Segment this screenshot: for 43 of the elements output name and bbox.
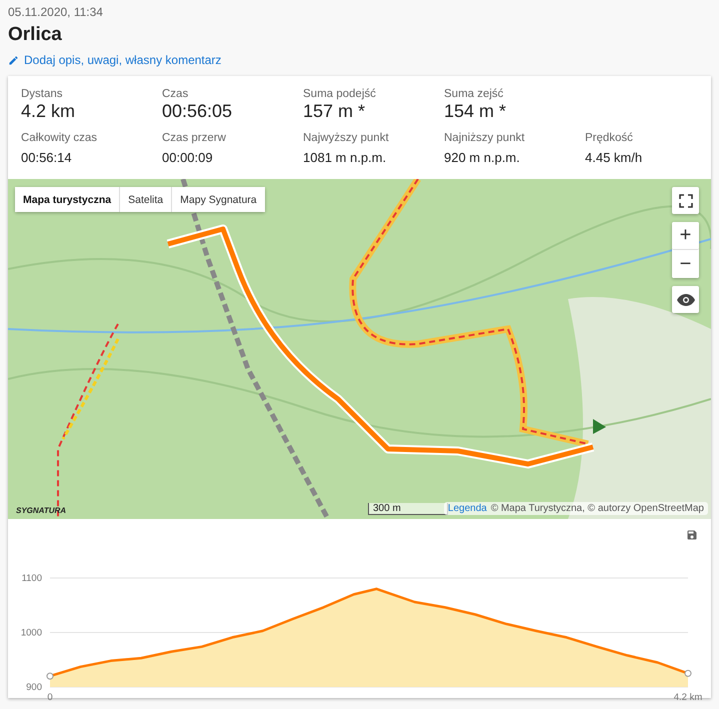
- stat-label: Najwyższy punkt: [303, 132, 390, 144]
- fullscreen-button[interactable]: [672, 187, 699, 214]
- map-logo: SYGNATURA: [16, 506, 66, 515]
- map-layer-tab[interactable]: Mapy Sygnatura: [172, 187, 265, 212]
- stat-value: 157 m *: [303, 101, 366, 122]
- axis-label: 1100: [22, 573, 42, 584]
- stat-label: Najniższy punkt: [444, 132, 526, 144]
- stat-label: Prędkość: [585, 132, 634, 144]
- legend-link[interactable]: Legenda: [448, 503, 487, 514]
- visibility-button[interactable]: [672, 286, 699, 313]
- edit-link[interactable]: Dodaj opis, uwagi, własny komentarz: [24, 53, 222, 67]
- stat-value: 00:56:14: [21, 150, 73, 165]
- map-layer-tab[interactable]: Satelita: [120, 187, 172, 212]
- endpoint-marker: [684, 670, 692, 677]
- fullscreen-icon: [678, 194, 692, 208]
- axis-label: 0: [47, 692, 53, 703]
- stat-value: 4.2 km: [21, 101, 76, 122]
- date-time: 05.11.2020, 11:34: [8, 5, 103, 19]
- zoom-in-button[interactable]: +: [672, 222, 699, 250]
- stat-value: 00:00:09: [162, 150, 214, 165]
- stat-value: 1081 m n.p.m.: [303, 150, 388, 165]
- stat-value: 154 m *: [444, 101, 508, 122]
- endpoint-marker: [46, 672, 54, 680]
- stat-label: Czas przerw: [162, 132, 227, 144]
- map-layer-tab[interactable]: Mapa turystyczna: [15, 187, 120, 212]
- stat-value: 00:56:05: [162, 101, 234, 122]
- stat-label: Suma podejść: [303, 88, 377, 100]
- axis-label: 4.2 km: [674, 692, 702, 703]
- eye-icon: [676, 294, 694, 306]
- scale-bar: 300 m: [368, 503, 448, 515]
- stat-label: Całkowity czas: [21, 132, 98, 144]
- attribution-text: © Mapa Turystyczna, © autorzy OpenStreetMap: [490, 503, 704, 514]
- stat-label: Czas: [162, 88, 190, 100]
- pencil-icon[interactable]: [8, 54, 19, 66]
- zoom-out-button[interactable]: −: [672, 250, 699, 278]
- axis-label: 900: [26, 682, 42, 693]
- stat-label: Suma zejść: [444, 88, 504, 100]
- track-title: Orlica: [8, 24, 62, 46]
- stat-value: 4.45 km/h: [585, 150, 644, 165]
- stat-label: Dystans: [21, 88, 64, 100]
- save-icon[interactable]: [686, 529, 698, 541]
- stat-value: 920 m n.p.m.: [444, 150, 521, 165]
- axis-label: 1000: [20, 628, 42, 638]
